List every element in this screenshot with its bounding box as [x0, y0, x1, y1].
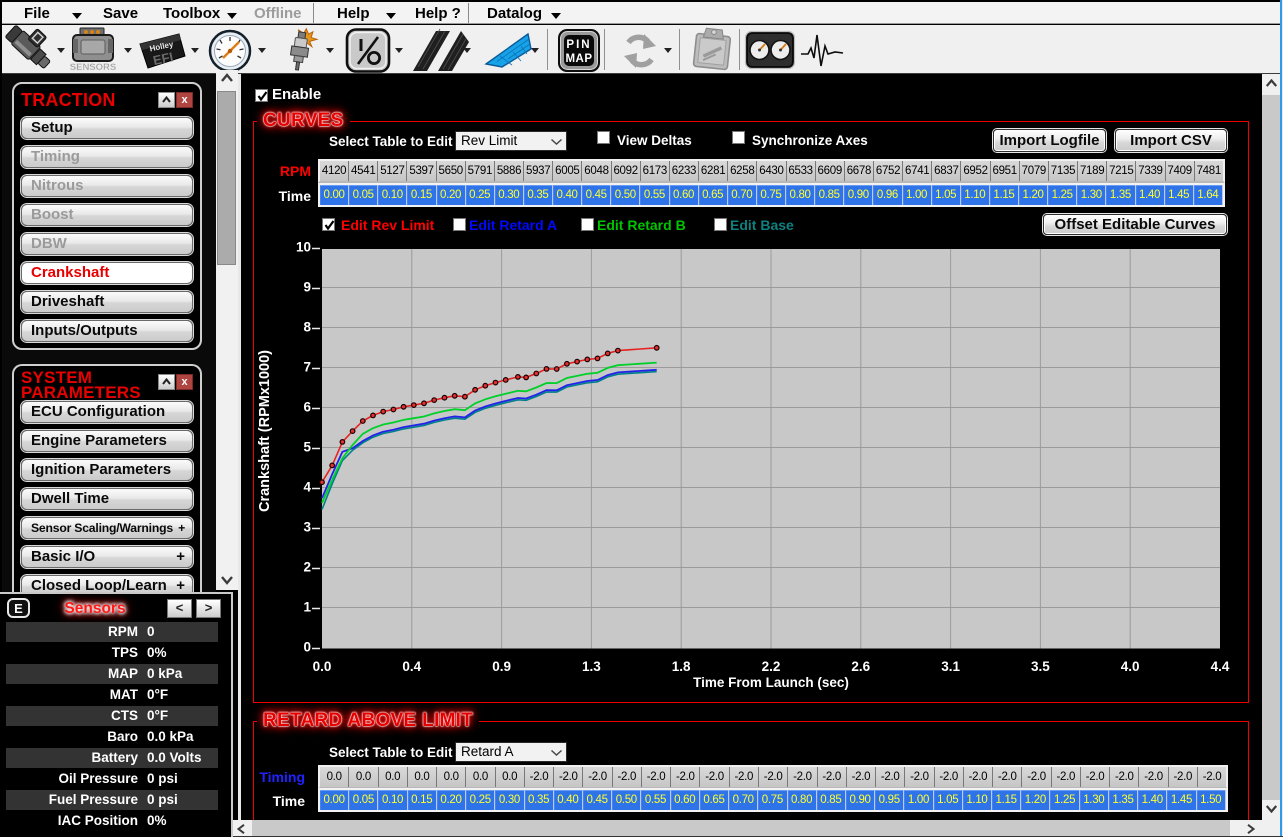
svg-text:0.4: 0.4 [402, 659, 421, 674]
svg-text:Time From Launch (sec): Time From Launch (sec) [693, 675, 849, 690]
svg-text:4: 4 [303, 480, 311, 495]
svg-text:9: 9 [303, 280, 311, 295]
svg-text:4.0: 4.0 [1121, 659, 1140, 674]
svg-text:0: 0 [303, 640, 311, 655]
svg-text:5: 5 [303, 440, 311, 455]
svg-text:1.8: 1.8 [672, 659, 691, 674]
svg-text:2: 2 [303, 560, 311, 575]
svg-text:7: 7 [303, 360, 311, 375]
svg-text:2.6: 2.6 [851, 659, 870, 674]
svg-text:1: 1 [303, 600, 311, 615]
svg-text:EFI: EFI [152, 49, 175, 68]
svg-text:PIN: PIN [566, 39, 591, 51]
svg-text:3.5: 3.5 [1031, 659, 1050, 674]
svg-text:1.3: 1.3 [582, 659, 601, 674]
svg-text:Crankshaft (RPMx1000): Crankshaft (RPMx1000) [257, 350, 273, 512]
svg-text:MAP: MAP [565, 53, 592, 65]
svg-text:3: 3 [303, 520, 311, 535]
svg-text:10: 10 [296, 240, 311, 255]
svg-text:0.9: 0.9 [492, 659, 511, 674]
svg-text:6: 6 [303, 400, 311, 415]
svg-text:0.0: 0.0 [313, 659, 332, 674]
svg-text:3.1: 3.1 [941, 659, 960, 674]
svg-text:SENSORS: SENSORS [70, 62, 116, 73]
svg-text:4.4: 4.4 [1211, 659, 1230, 674]
svg-text:2.2: 2.2 [762, 659, 781, 674]
svg-text:8: 8 [303, 320, 311, 335]
